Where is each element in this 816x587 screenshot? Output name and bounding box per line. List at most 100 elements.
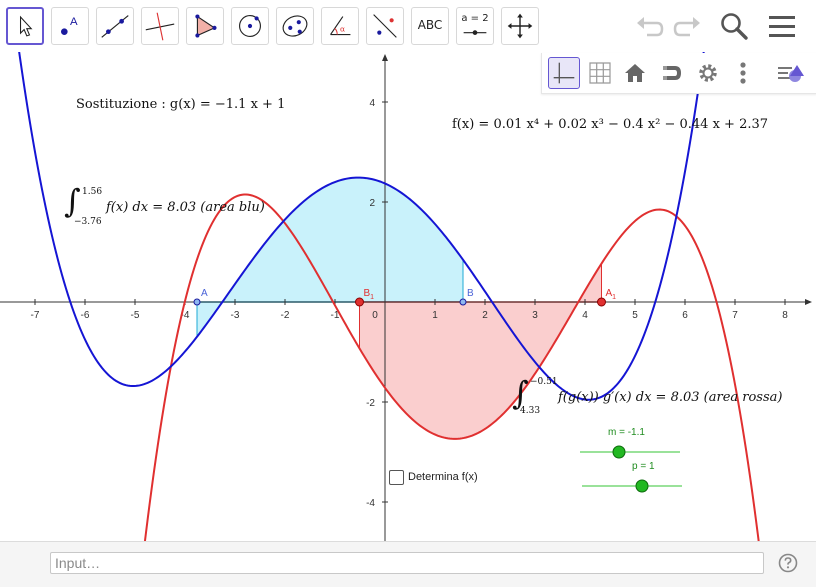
graphics-view[interactable]: -7 -6 -5 -4 -3 -2 -1 0 1 2 3 4 5 6 7 8 4 2 -2 -4 A B A1 B1 Sos…	[0, 52, 816, 541]
move-tool-button[interactable]	[6, 7, 44, 45]
slider-p-label: p = 1	[632, 461, 655, 472]
integral-sign: ∫	[64, 182, 81, 220]
function-definition: f(x) = 0.01 x⁴ + 0.02 x³ − 0.4 x² − 0.44…	[452, 117, 769, 132]
point-A1	[597, 297, 606, 307]
hamburger-menu-icon	[769, 16, 795, 37]
grid-icon	[589, 62, 611, 84]
y-tick-label: -4	[366, 498, 375, 509]
redo-icon	[673, 17, 700, 37]
undo-button[interactable]	[632, 8, 668, 44]
integral-sign: ∫	[512, 374, 529, 412]
y-tick-label: 4	[369, 98, 375, 109]
circle-center-icon	[239, 15, 261, 37]
x-tick-label: 2	[482, 310, 488, 321]
axes-icon	[553, 62, 575, 84]
x-tick-label: -7	[31, 310, 40, 321]
slider-knob[interactable]	[612, 445, 626, 459]
input-bar	[0, 541, 816, 587]
red-integral-body: f(g(x)) g′(x) dx = 8.03 (area rossa)	[558, 390, 783, 405]
perpendicular-tool-button[interactable]	[141, 7, 179, 45]
x-tick-label: -3	[231, 310, 240, 321]
substitution-label: Sostituzione : g(x) = −1.1 x + 1	[76, 97, 286, 112]
search-button[interactable]	[716, 8, 752, 44]
gear-icon	[699, 64, 717, 82]
polygon-tool-button[interactable]	[186, 7, 224, 45]
point-B	[459, 298, 467, 306]
x-tick-label: 6	[682, 310, 688, 321]
input-help-button[interactable]	[778, 553, 798, 573]
algebra-input[interactable]	[50, 552, 764, 574]
svg-text:A: A	[70, 16, 78, 28]
move-cross-icon	[507, 13, 533, 39]
y-tick-label: -2	[366, 398, 375, 409]
move-graphics-tool-button[interactable]	[501, 7, 539, 45]
point-label: A	[201, 288, 208, 299]
y-axis-arrow	[382, 54, 388, 61]
redo-button[interactable]	[669, 8, 705, 44]
blue-integral-lower: −3.76	[74, 217, 102, 227]
angle-icon: α	[330, 16, 351, 36]
slider-knob[interactable]	[635, 479, 649, 493]
angle-tool-button[interactable]: α	[321, 7, 359, 45]
slider-icon	[463, 30, 487, 35]
y-tick-label: 2	[369, 198, 375, 209]
home-icon	[625, 64, 645, 82]
x-tick-label: -2	[281, 310, 290, 321]
help-icon	[778, 553, 798, 573]
style-bar-shapes-icon	[778, 65, 804, 82]
text-icon: ABC	[417, 18, 443, 32]
text-tool-button[interactable]: ABC	[411, 7, 449, 45]
red-integral-upper: −0.51	[530, 377, 558, 387]
svg-text:α: α	[340, 25, 345, 34]
x-tick-label: 1	[432, 310, 438, 321]
x-tick-label: 4	[582, 310, 588, 321]
reflect-tool-button[interactable]	[366, 7, 404, 45]
slider-tool-button[interactable]: a = 2	[456, 7, 494, 45]
undo-icon	[637, 17, 664, 37]
graphics-style-bar	[541, 53, 816, 94]
x-tick-label: 5	[632, 310, 638, 321]
ellipse-tool-button[interactable]	[276, 7, 314, 45]
reflect-icon	[373, 14, 397, 38]
more-options-button[interactable]	[727, 57, 759, 89]
ellipse-icon	[282, 15, 308, 37]
vertical-dots-icon	[740, 62, 746, 84]
toggle-axes-button[interactable]	[548, 57, 580, 89]
line-through-points-icon	[101, 15, 129, 38]
blue-integral-upper: 1.56	[82, 187, 103, 197]
polygon-icon	[195, 14, 217, 38]
point-label-subscript: 1	[612, 294, 616, 301]
slider-m-label: m = -1.1	[608, 427, 645, 438]
blue-integral-body: f(x) dx = 8.03 (area blu)	[106, 200, 265, 215]
x-tick-label: 8	[782, 310, 788, 321]
x-axis-arrow	[805, 299, 812, 305]
point-label: A1	[606, 288, 617, 301]
point-capturing-button[interactable]	[655, 57, 687, 89]
point-B1	[355, 297, 364, 307]
x-tick-label: -6	[81, 310, 90, 321]
point-tool-button[interactable]: A	[51, 7, 89, 45]
checkbox-label: Determina f(x)	[408, 471, 478, 483]
circle-tool-button[interactable]	[231, 7, 269, 45]
point-A	[193, 298, 201, 306]
x-tick-label: 7	[732, 310, 738, 321]
x-tick-label: -5	[131, 310, 140, 321]
magnet-icon	[663, 66, 681, 80]
checkbox-box[interactable]	[389, 470, 404, 485]
toggle-style-bar-button[interactable]	[774, 57, 806, 89]
point-label: B	[467, 288, 474, 299]
main-menu-button[interactable]	[764, 8, 800, 44]
red-integral-lower: 4.33	[520, 406, 541, 416]
toggle-grid-button[interactable]	[584, 57, 616, 89]
point-a-icon: A	[61, 16, 78, 35]
arrow-cursor-icon	[19, 15, 33, 37]
standard-view-button[interactable]	[619, 57, 651, 89]
x-tick-label: 0	[372, 310, 378, 321]
line-tool-button[interactable]	[96, 7, 134, 45]
toolbar: A α ABC a = 2	[0, 0, 816, 52]
x-tick-label: 3	[532, 310, 538, 321]
graphics-settings-button[interactable]	[692, 57, 724, 89]
search-icon	[721, 13, 748, 40]
point-label-subscript: 1	[370, 294, 374, 301]
perpendicular-line-icon	[145, 12, 175, 41]
